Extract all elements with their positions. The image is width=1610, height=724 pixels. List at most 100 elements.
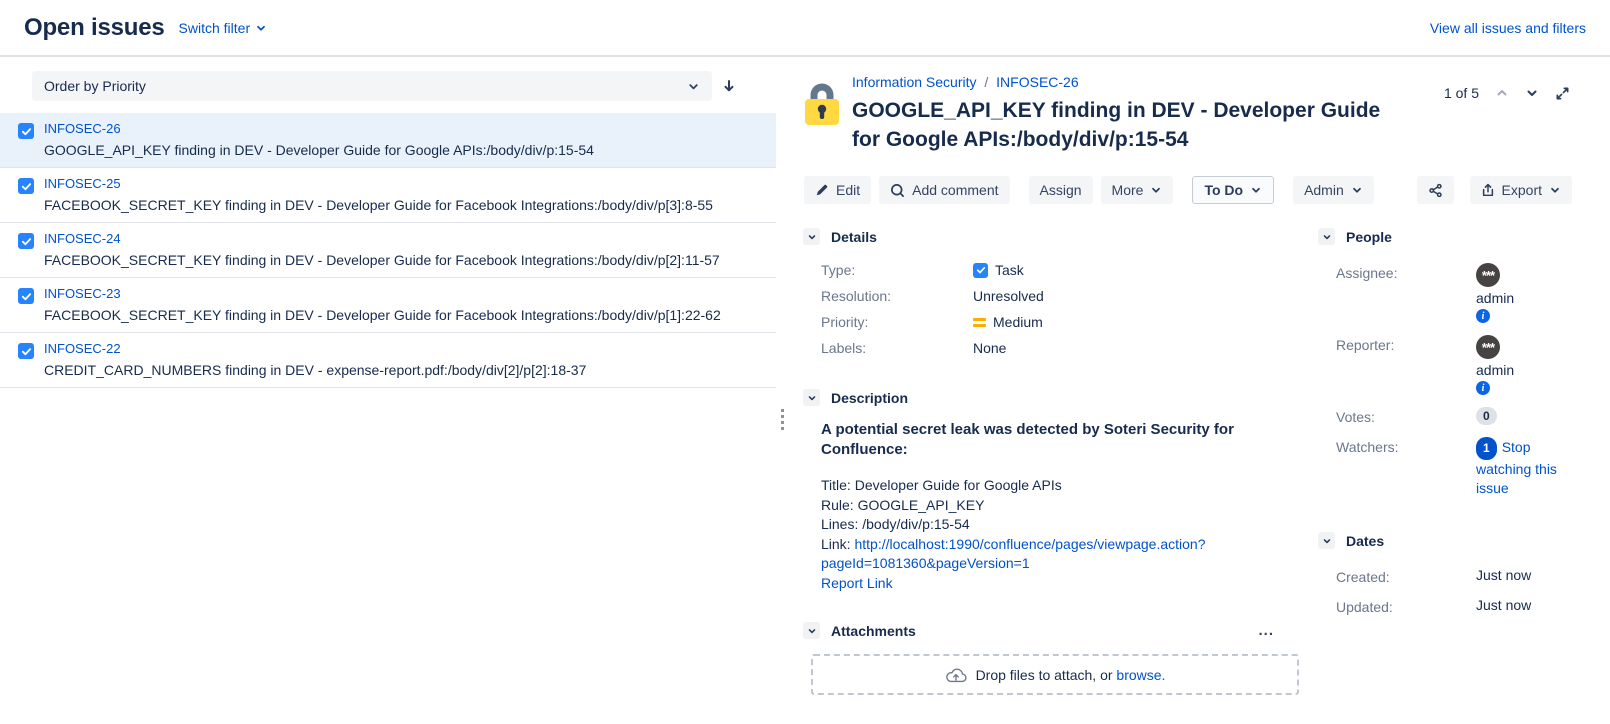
description-intro: A potential secret leak was detected by … [821, 420, 1266, 460]
watchers-label: Watchers: [1336, 437, 1476, 498]
view-all-issues-link[interactable]: View all issues and filters [1430, 20, 1586, 36]
issue-text: INFOSEC-23 FACEBOOK_SECRET_KEY finding i… [44, 286, 721, 324]
chevron-down-icon [1150, 184, 1162, 196]
reporter-avatar[interactable]: *** [1476, 335, 1500, 359]
issue-text: INFOSEC-24 FACEBOOK_SECRET_KEY finding i… [44, 231, 720, 269]
page-title: Open issues [24, 14, 165, 42]
chevron-down-icon [1351, 184, 1363, 196]
issue-checkbox[interactable] [18, 343, 34, 359]
issue-summary: CREDIT_CARD_NUMBERS finding in DEV - exp… [44, 362, 586, 379]
next-issue-button[interactable] [1525, 86, 1539, 100]
collapse-people-button[interactable] [1318, 228, 1335, 245]
resolution-field: Resolution: Unresolved [803, 283, 1300, 309]
issue-side-column: People Assignee: *** admin i Repo [1318, 228, 1610, 722]
priority-field: Priority: Medium [803, 309, 1300, 335]
dropzone-text: Drop files to attach, or [976, 667, 1117, 683]
breadcrumb: Information Security / INFOSEC-26 [852, 73, 1412, 91]
expand-issue-button[interactable] [1555, 86, 1570, 101]
report-link[interactable]: Report Link [821, 575, 893, 591]
issue-summary: FACEBOOK_SECRET_KEY finding in DEV - Dev… [44, 307, 721, 324]
attachments-more-button[interactable]: ... [1252, 621, 1280, 640]
labels-label: Labels: [821, 340, 973, 356]
issue-text: INFOSEC-26 GOOGLE_API_KEY finding in DEV… [44, 121, 594, 159]
people-section: People Assignee: *** admin i Repo [1318, 228, 1610, 504]
issue-checkbox[interactable] [18, 178, 34, 194]
comment-bubble-icon [890, 183, 905, 198]
issue-key-link[interactable]: INFOSEC-26 [44, 121, 121, 136]
votes-label: Votes: [1336, 407, 1476, 425]
admin-label: Admin [1304, 182, 1344, 198]
dates-title: Dates [1346, 533, 1384, 549]
issue-key-link[interactable]: INFOSEC-24 [44, 231, 121, 246]
priority-medium-icon [973, 318, 986, 327]
collapse-attachments-button[interactable] [803, 622, 820, 639]
issue-pager: 1 of 5 [1444, 73, 1570, 101]
assignee-avatar[interactable]: *** [1476, 263, 1500, 287]
issue-checkbox[interactable] [18, 233, 34, 249]
people-title: People [1346, 229, 1392, 245]
issue-list-item[interactable]: INFOSEC-25 FACEBOOK_SECRET_KEY finding i… [0, 168, 776, 223]
add-comment-button[interactable]: Add comment [879, 176, 1009, 204]
breadcrumb-project-link[interactable]: Information Security [852, 74, 977, 90]
issue-key-link[interactable]: INFOSEC-22 [44, 341, 121, 356]
description-link-label: Link: [821, 536, 854, 552]
collapse-description-button[interactable] [803, 389, 820, 406]
sort-direction-button[interactable] [712, 71, 746, 101]
reporter-info-icon[interactable]: i [1476, 381, 1490, 395]
breadcrumb-separator: / [984, 74, 988, 90]
issue-key-link[interactable]: INFOSEC-23 [44, 286, 121, 301]
issue-checkbox[interactable] [18, 288, 34, 304]
attachments-title: Attachments [831, 623, 916, 639]
labels-field: Labels: None [803, 335, 1300, 361]
updated-label: Updated: [1336, 597, 1476, 615]
issue-key-link[interactable]: INFOSEC-25 [44, 176, 121, 191]
export-icon [1481, 183, 1495, 198]
issue-text: INFOSEC-25 FACEBOOK_SECRET_KEY finding i… [44, 176, 713, 214]
assignee-info-icon[interactable]: i [1476, 309, 1490, 323]
reporter-label: Reporter: [1336, 335, 1476, 395]
export-dropdown-button[interactable]: Export [1470, 176, 1572, 204]
issue-summary: GOOGLE_API_KEY finding in DEV - Develope… [44, 142, 594, 159]
resolution-value: Unresolved [973, 288, 1300, 304]
pager-position: 1 of 5 [1444, 85, 1479, 101]
assignee-name: admin [1476, 290, 1514, 306]
previous-issue-button[interactable] [1495, 86, 1509, 100]
status-label: To Do [1204, 182, 1243, 198]
more-label: More [1112, 182, 1144, 198]
votes-field: Votes: 0 [1318, 401, 1610, 431]
switch-filter-dropdown[interactable]: Switch filter [179, 20, 268, 36]
confluence-page-link[interactable]: http://localhost:1990/confluence/pages/v… [821, 536, 1206, 572]
collapse-dates-button[interactable] [1318, 532, 1335, 549]
issue-list-item[interactable]: INFOSEC-23 FACEBOOK_SECRET_KEY finding i… [0, 278, 776, 333]
watchers-badge: 1 [1476, 437, 1497, 460]
updated-value: Just now [1476, 597, 1610, 615]
created-field: Created: Just now [1318, 561, 1610, 591]
toolbar-right: Export [1417, 176, 1572, 204]
description-line-title: Title: Developer Guide for Google APIs [821, 476, 1245, 496]
issue-list-item[interactable]: INFOSEC-24 FACEBOOK_SECRET_KEY finding i… [0, 223, 776, 278]
panel-resize-handle[interactable] [776, 57, 790, 722]
order-by-select[interactable]: Order by Priority [32, 71, 712, 101]
project-lock-icon [804, 77, 840, 127]
status-dropdown-button[interactable]: To Do [1192, 176, 1274, 204]
assign-button[interactable]: Assign [1029, 176, 1093, 204]
share-button[interactable] [1417, 176, 1454, 204]
issue-list-item[interactable]: INFOSEC-22 CREDIT_CARD_NUMBERS finding i… [0, 333, 776, 388]
issue-detail-panel: Information Security / INFOSEC-26 GOOGLE… [790, 57, 1610, 722]
issue-list-item[interactable]: INFOSEC-26 GOOGLE_API_KEY finding in DEV… [0, 113, 776, 168]
more-dropdown-button[interactable]: More [1101, 176, 1174, 204]
assignee-label: Assignee: [1336, 263, 1476, 323]
edit-button[interactable]: Edit [804, 176, 871, 204]
admin-dropdown-button[interactable]: Admin [1293, 176, 1374, 204]
attachment-dropzone[interactable]: Drop files to attach, or browse. [811, 654, 1299, 695]
browse-link[interactable]: browse. [1116, 667, 1165, 683]
issue-checkbox[interactable] [18, 123, 34, 139]
votes-badge: 0 [1476, 407, 1497, 425]
issue-header: Information Security / INFOSEC-26 GOOGLE… [800, 73, 1610, 154]
issue-main-column: Details Type: Task Resolution: Unr [800, 228, 1300, 722]
issue-title: GOOGLE_API_KEY finding in DEV - Develope… [852, 96, 1412, 154]
breadcrumb-issue-link[interactable]: INFOSEC-26 [996, 74, 1078, 90]
details-title: Details [831, 229, 877, 245]
labels-value: None [973, 340, 1300, 356]
collapse-details-button[interactable] [803, 228, 820, 245]
